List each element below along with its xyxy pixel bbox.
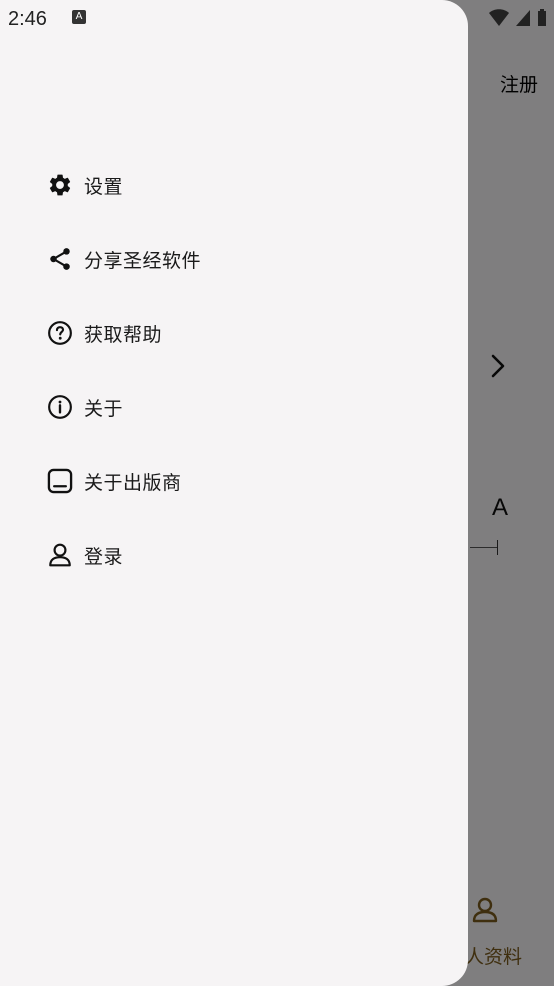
wifi-icon [489,9,509,26]
status-icons [488,8,548,28]
help-circle-icon [46,319,74,347]
share-icon [46,245,74,273]
battery-icon [538,9,546,26]
menu-item-about[interactable]: 关于 [0,370,468,444]
gear-icon [46,171,74,199]
signal-icon [516,10,530,26]
menu-item-share[interactable]: 分享圣经软件 [0,222,468,296]
menu-item-label: 关于出版商 [84,471,182,494]
menu-item-label: 获取帮助 [84,323,163,346]
menu-item-label: 关于 [84,397,124,420]
menu-item-login[interactable]: 登录 [0,518,468,592]
publisher-icon [46,467,74,495]
notification-a-icon: A [72,10,86,24]
menu-item-about-publisher[interactable]: 关于出版商 [0,444,468,518]
menu-item-settings[interactable]: 设置 [0,148,468,222]
menu-item-label: 设置 [84,175,124,198]
user-icon [46,541,74,569]
menu-item-help[interactable]: 获取帮助 [0,296,468,370]
menu-item-label: 登录 [84,545,124,568]
info-circle-icon [46,393,74,421]
status-time: 2:46 [8,8,47,30]
menu-item-label: 分享圣经软件 [84,249,202,272]
navigation-drawer: 设置 分享圣经软件 获取帮助 关于 关于出版商 登录 [0,0,468,986]
drawer-menu: 设置 分享圣经软件 获取帮助 关于 关于出版商 登录 [0,148,468,592]
